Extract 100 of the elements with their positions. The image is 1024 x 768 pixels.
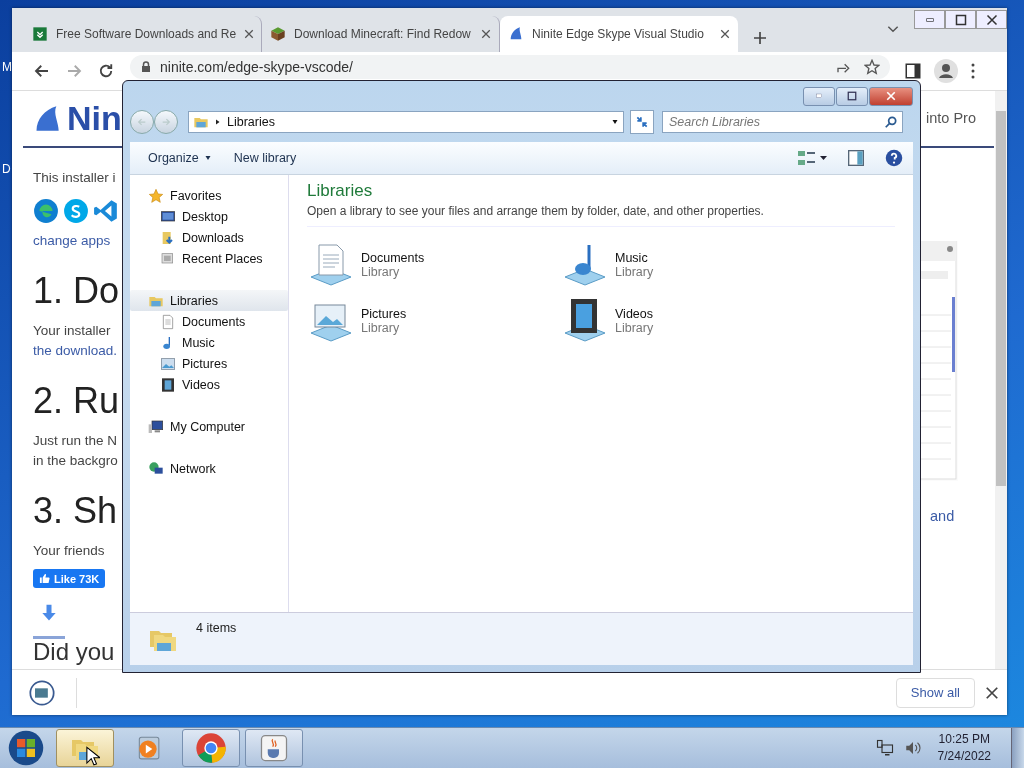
computer-icon bbox=[148, 418, 164, 435]
nav-item[interactable]: Music bbox=[130, 332, 288, 353]
toolbar-command[interactable]: Organize bbox=[140, 147, 220, 169]
address-bar[interactable]: Libraries bbox=[188, 111, 624, 133]
nav-item[interactable]: Documents bbox=[130, 311, 288, 332]
nav-item[interactable]: Downloads bbox=[130, 227, 288, 248]
forward-button[interactable] bbox=[154, 110, 178, 134]
search-icon bbox=[884, 115, 898, 129]
monitor-icon bbox=[160, 208, 176, 225]
text-link[interactable]: change apps bbox=[33, 231, 111, 251]
nav-item[interactable]: Recent Places bbox=[130, 248, 288, 269]
page-heading: Libraries bbox=[307, 181, 374, 201]
close-icon bbox=[244, 29, 255, 39]
restore-icon bbox=[954, 13, 967, 26]
show-all-button[interactable]: Show all bbox=[895, 677, 975, 708]
nav-item[interactable]: Desktop bbox=[130, 206, 288, 227]
browser-tab[interactable]: Ninite Edge Skype Visual Studio bbox=[500, 16, 738, 52]
skype-logo-icon bbox=[63, 198, 89, 224]
taskbar-button[interactable] bbox=[56, 729, 114, 767]
paragraph-text: in the backgro bbox=[33, 452, 118, 470]
toolbar-command[interactable]: New library bbox=[225, 147, 305, 169]
item-count: 4 items bbox=[196, 621, 237, 635]
close-icon bbox=[720, 29, 730, 39]
restore-button[interactable] bbox=[945, 10, 976, 29]
address-bar[interactable]: ninite.com/edge-skype-vscode/ bbox=[130, 55, 890, 79]
desktop-icon-label[interactable]: D bbox=[2, 162, 11, 176]
ninite-logo-icon bbox=[508, 26, 524, 42]
side-panel-icon bbox=[904, 62, 922, 80]
scrollbar[interactable] bbox=[995, 91, 1007, 669]
site-logo-text[interactable]: Nin bbox=[67, 99, 122, 138]
minimize-button[interactable] bbox=[914, 10, 945, 29]
star-outline-icon bbox=[864, 59, 880, 75]
library-name[interactable]: Videos bbox=[615, 307, 654, 321]
grass-block-icon bbox=[270, 26, 286, 42]
forward-arrow-icon bbox=[65, 62, 83, 80]
forward-arrow-icon bbox=[161, 117, 171, 127]
taskbar-button[interactable] bbox=[245, 729, 303, 767]
desktop-icon-label[interactable]: M bbox=[2, 60, 12, 74]
paragraph-text: Your friends bbox=[33, 542, 105, 560]
recent-places-icon bbox=[160, 250, 176, 267]
close-icon bbox=[985, 685, 999, 700]
paragraph-text: Your installer bbox=[33, 322, 111, 340]
close-icon bbox=[481, 29, 491, 39]
nav-item[interactable]: Videos bbox=[130, 374, 288, 395]
library-name[interactable]: Pictures bbox=[361, 307, 407, 321]
step-heading: 2. Ru bbox=[33, 379, 120, 423]
refresh-button[interactable] bbox=[630, 110, 654, 134]
minimize-icon bbox=[813, 93, 825, 99]
new-tab-icon bbox=[752, 30, 768, 46]
dropdown-caret-icon bbox=[203, 155, 212, 161]
paragraph-text: This installer i bbox=[33, 169, 116, 187]
search-field[interactable]: Search Libraries bbox=[662, 111, 903, 133]
library-type: Library bbox=[615, 321, 654, 335]
like-button[interactable]: Like 73K bbox=[33, 569, 106, 588]
lock-icon bbox=[140, 60, 152, 74]
nav-item[interactable]: Libraries bbox=[130, 290, 288, 311]
close-icon bbox=[985, 13, 998, 26]
library-type: Library bbox=[361, 265, 401, 279]
library-type: Library bbox=[361, 321, 401, 335]
nav-item[interactable]: Network bbox=[130, 458, 288, 479]
profile-avatar-icon bbox=[934, 59, 958, 83]
close-icon bbox=[885, 91, 897, 101]
folder-download-icon bbox=[160, 229, 176, 246]
coffee-cup-icon bbox=[259, 733, 289, 763]
text-link[interactable]: and bbox=[930, 508, 955, 524]
star-icon bbox=[148, 187, 164, 204]
clock[interactable]: 10:25 PM 7/24/2022 bbox=[937, 731, 991, 765]
chrome-logo-icon bbox=[195, 732, 227, 764]
taskbar-button[interactable] bbox=[182, 729, 240, 767]
header-link[interactable]: into Pro bbox=[926, 110, 976, 126]
start-orb-icon bbox=[8, 730, 44, 766]
library-name[interactable]: Music bbox=[615, 251, 654, 265]
library-type: Library bbox=[615, 265, 654, 279]
back-arrow-icon bbox=[33, 62, 51, 80]
nav-item[interactable]: Pictures bbox=[130, 353, 288, 374]
breadcrumb-arrow-icon bbox=[215, 118, 221, 126]
step-heading: 1. Do bbox=[33, 269, 120, 313]
preview-pane-icon bbox=[847, 150, 865, 166]
maximize-icon bbox=[846, 91, 858, 101]
mouse-cursor-icon bbox=[86, 746, 100, 766]
back-button[interactable] bbox=[130, 110, 154, 134]
description-text: Open a library to see your files and arrange them by folder, date, and other properties. bbox=[307, 204, 895, 227]
network-icon bbox=[875, 739, 894, 757]
help-icon bbox=[885, 149, 903, 167]
paragraph-text: Just run the N bbox=[33, 432, 118, 450]
browser-tab[interactable]: Free Software Downloads and Re bbox=[24, 16, 262, 52]
back-arrow-icon bbox=[137, 117, 147, 127]
library-name[interactable]: Documents bbox=[361, 251, 425, 265]
dropdown-caret-icon bbox=[611, 119, 619, 125]
maximize-button[interactable] bbox=[836, 86, 868, 106]
thumbs-up-icon bbox=[39, 573, 50, 584]
film-icon bbox=[160, 376, 176, 393]
nav-item[interactable]: My Computer bbox=[130, 416, 288, 437]
nav-item[interactable]: Favorites bbox=[130, 185, 288, 206]
close-button[interactable] bbox=[976, 10, 1007, 29]
minimize-icon bbox=[923, 15, 936, 24]
text-link[interactable]: the download. bbox=[33, 341, 118, 361]
picture-icon bbox=[160, 355, 176, 372]
more-menu-icon bbox=[970, 62, 976, 80]
show-desktop-button[interactable] bbox=[1011, 728, 1024, 768]
